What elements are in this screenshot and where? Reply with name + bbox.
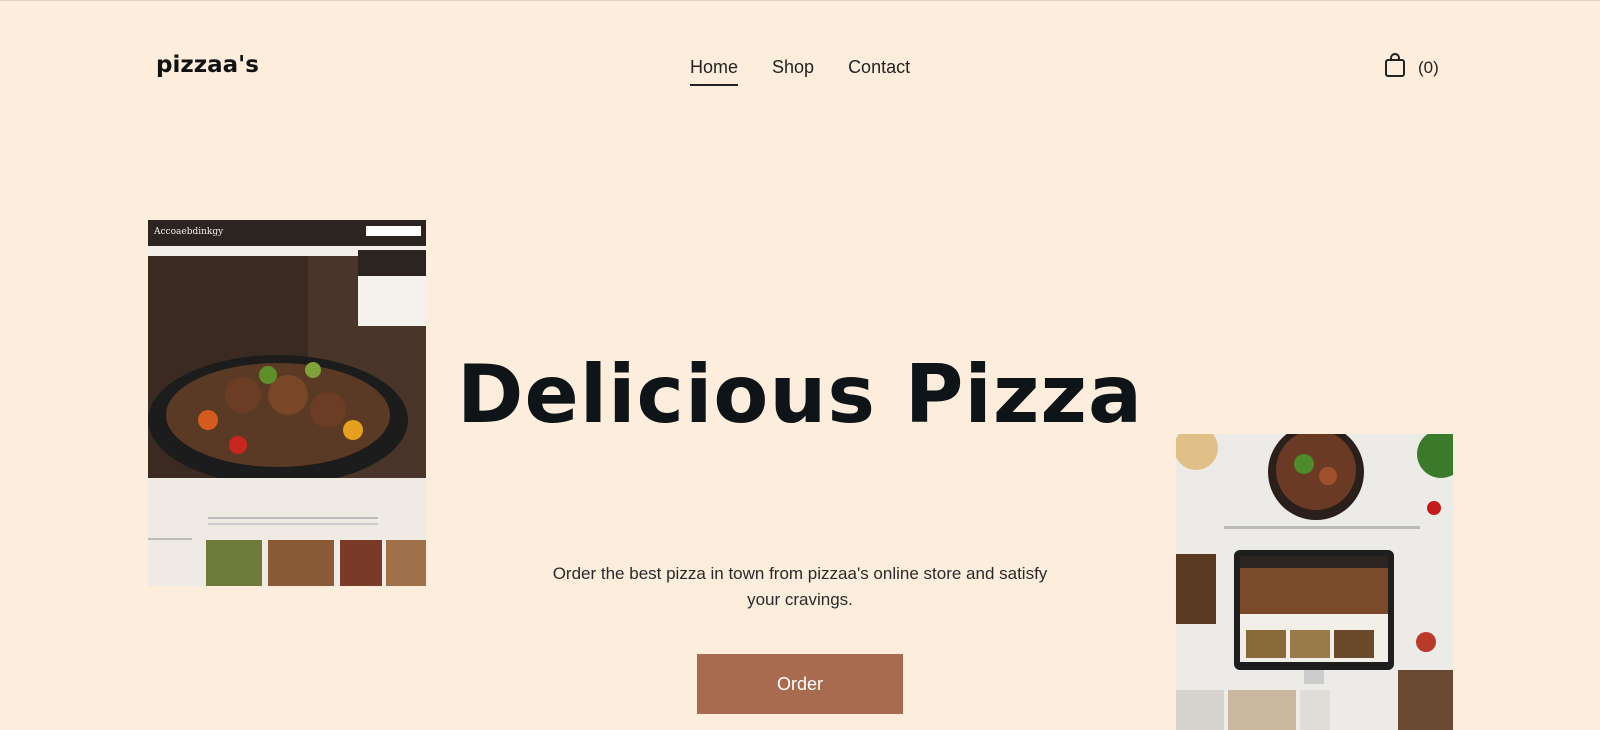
top-border bbox=[0, 0, 1600, 1]
order-button[interactable]: Order bbox=[697, 654, 903, 714]
nav-home[interactable]: Home bbox=[690, 57, 739, 86]
main-nav: Home Shop Contact bbox=[690, 57, 910, 86]
nav-shop[interactable]: Shop bbox=[772, 57, 814, 86]
cart-count: (0) bbox=[1418, 57, 1439, 77]
hero-title: Delicious Pizza bbox=[457, 348, 1143, 441]
hero-image-right bbox=[1176, 434, 1453, 730]
svg-text:Accoaebdinkgy: Accoaebdinkgy bbox=[153, 227, 224, 237]
cart-button[interactable]: (0) bbox=[1384, 52, 1439, 83]
brand-logo[interactable]: pizzaa's bbox=[156, 52, 259, 78]
shopping-bag-icon bbox=[1384, 52, 1406, 83]
hero-subtitle: Order the best pizza in town from pizzaa… bbox=[552, 564, 1048, 609]
nav-contact[interactable]: Contact bbox=[848, 57, 910, 86]
